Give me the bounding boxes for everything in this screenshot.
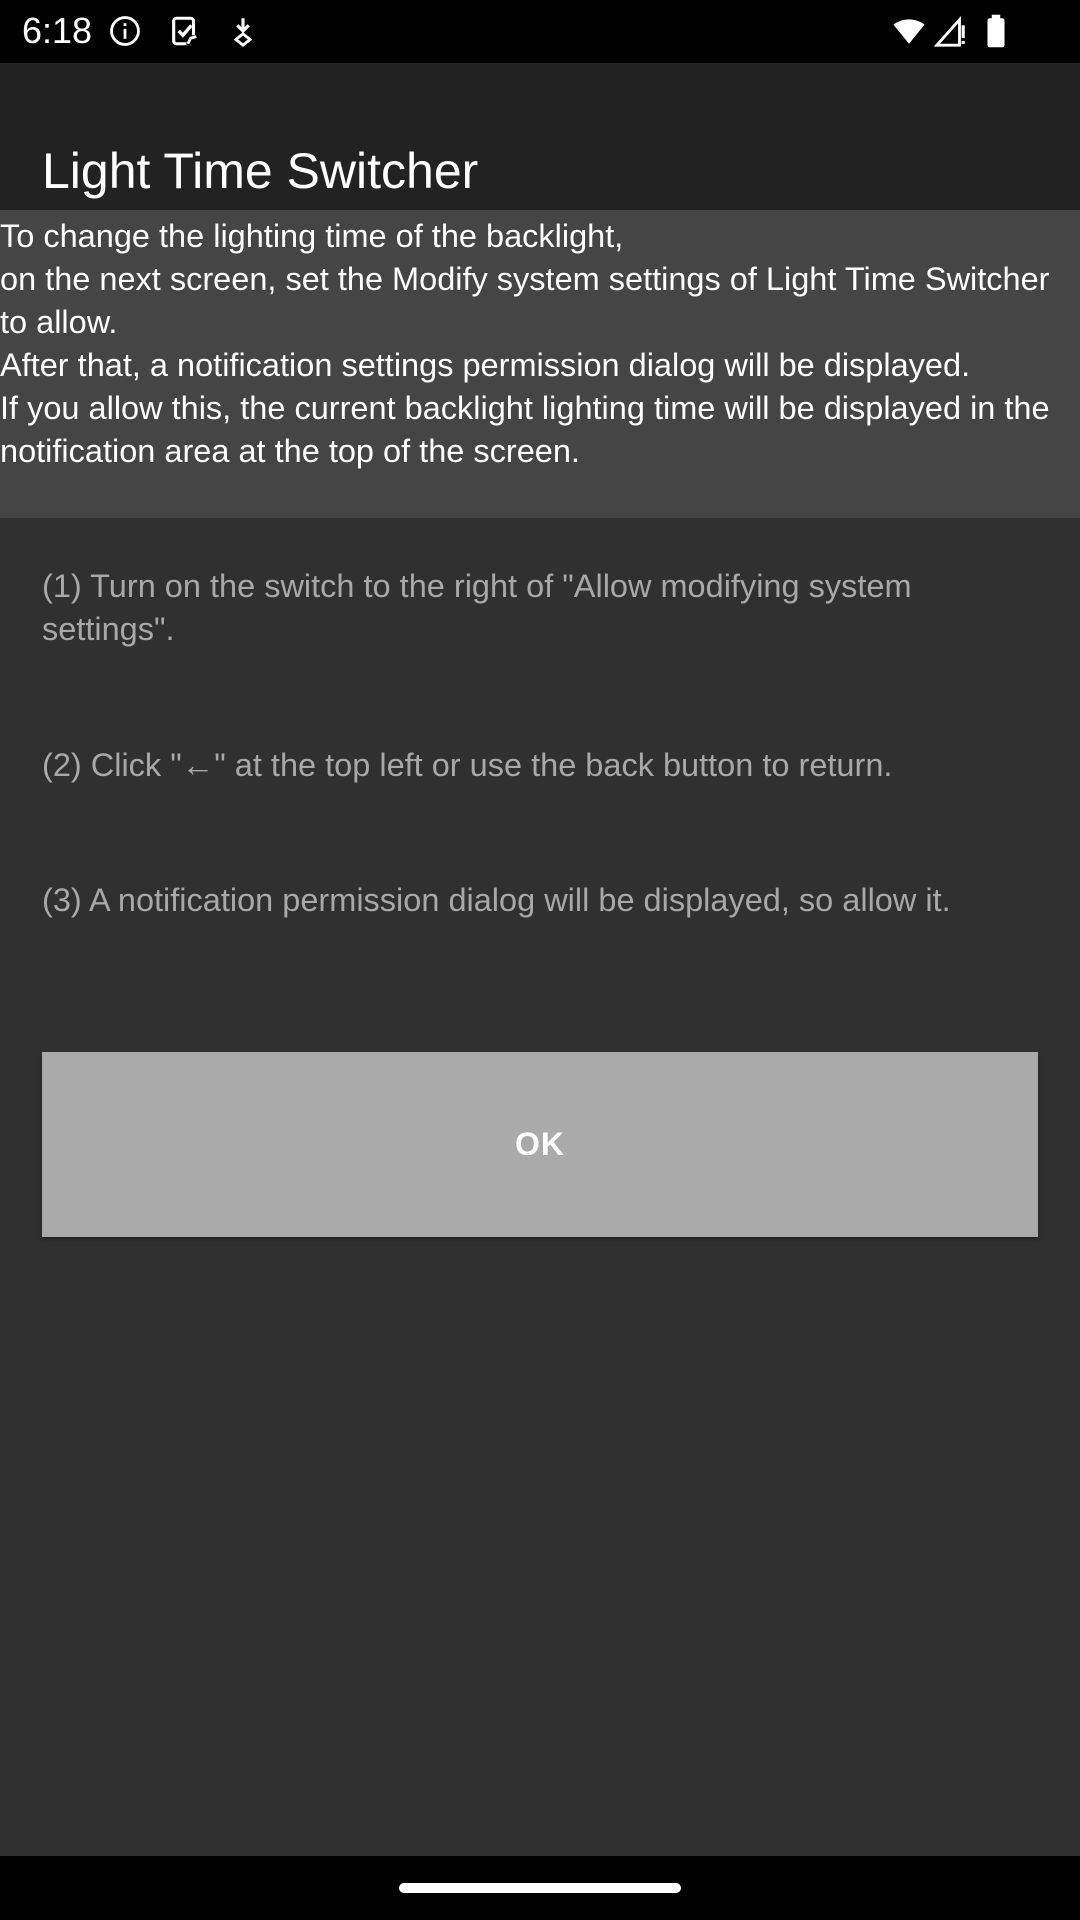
status-time: 6:18 xyxy=(22,10,93,51)
ok-button[interactable]: OK xyxy=(42,1052,1038,1237)
clipboard-check-icon xyxy=(168,14,202,48)
wifi-icon xyxy=(888,14,930,48)
step-1-text: (1) Turn on the switch to the right of "… xyxy=(42,568,912,647)
home-gesture-handle[interactable] xyxy=(399,1883,681,1893)
download-arrow-icon xyxy=(226,14,260,48)
step-2-text: (2) Click "←" at the top left or use the… xyxy=(42,747,893,783)
app-bar: Light Time Switcher xyxy=(0,63,1080,210)
battery-icon xyxy=(984,14,1008,48)
step-3-text: (3) A notification permission dialog wil… xyxy=(42,882,951,918)
info-icon xyxy=(108,14,142,48)
signal-icon xyxy=(934,14,968,48)
status-bar: 6:18 xyxy=(0,0,1080,63)
screen: 6:18 Light Time Switcher To change the l… xyxy=(0,0,1080,1920)
intro-text: To change the lighting time of the backl… xyxy=(0,218,1050,469)
intro-box: To change the lighting time of the backl… xyxy=(0,210,1080,518)
app-title: Light Time Switcher xyxy=(42,142,479,199)
navigation-bar xyxy=(0,1856,1080,1920)
